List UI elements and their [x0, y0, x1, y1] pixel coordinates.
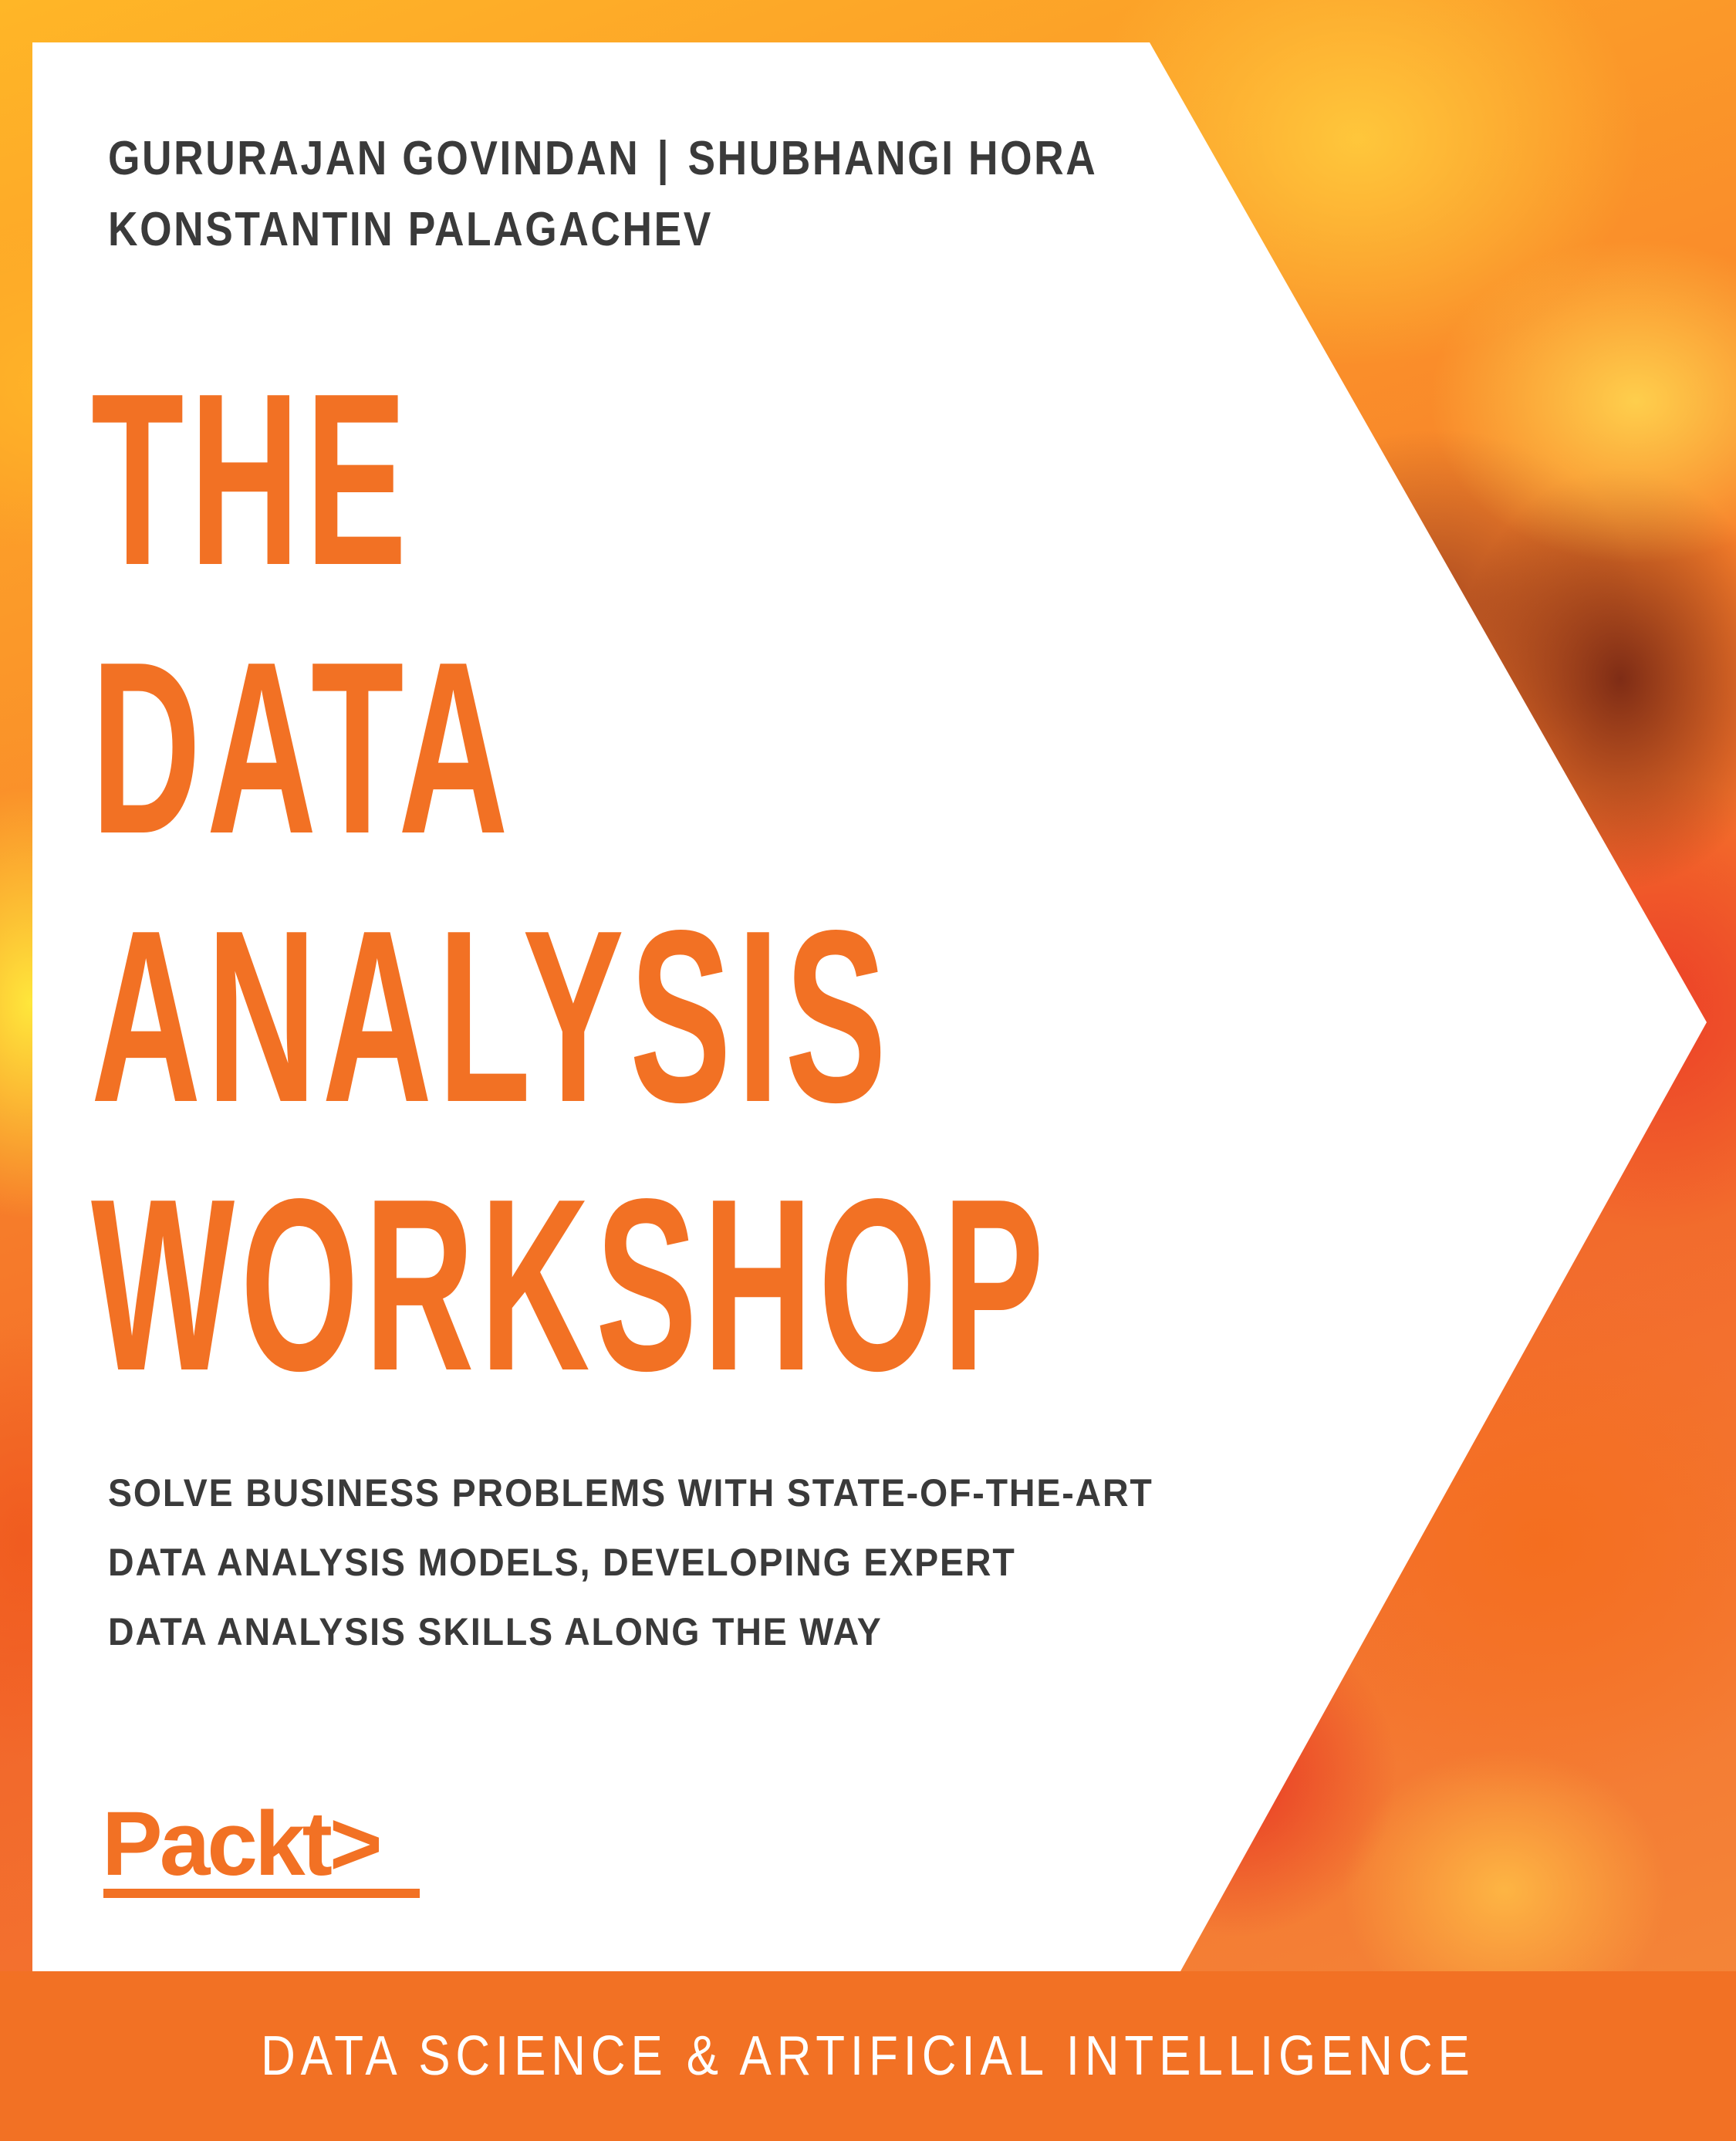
author-line-1: GURURAJAN GOVINDAN | SHUBHANGI HORA	[108, 123, 1097, 194]
title-line: ANALYSIS	[91, 880, 893, 1153]
author-line-2: KONSTANTIN PALAGACHEV	[108, 194, 1097, 265]
author-names: GURURAJAN GOVINDAN | SHUBHANGI HORA KONSTA…	[108, 123, 1097, 265]
subtitle-line: SOLVE BUSINESS PROBLEMS WITH STATE-OF-TH…	[108, 1471, 1153, 1515]
logo-wordmark: Packt>	[102, 1798, 380, 1895]
category-text: DATA SCIENCE & ARTIFICIAL INTELLIGENCE	[261, 2025, 1475, 2087]
book-title: THE DATA ANALYSIS WORKSHOP	[91, 346, 1049, 1420]
author-name: SHUBHANGI HORA	[687, 132, 1098, 185]
author-name: KONSTANTIN PALAGACHEV	[108, 203, 713, 256]
book-cover: GURURAJAN GOVINDAN | SHUBHANGI HORA KONSTA…	[0, 0, 1736, 2141]
title-line: THE	[91, 343, 413, 616]
logo-underline	[103, 1889, 420, 1898]
title-line: WORKSHOP	[91, 1148, 1050, 1422]
title-line: DATA	[91, 611, 515, 885]
packt-logo: Packt>	[102, 1798, 420, 1898]
subtitle-line: DATA ANALYSIS SKILLS ALONG THE WAY	[108, 1610, 883, 1653]
author-name: GURURAJAN GOVINDAN	[108, 132, 640, 185]
subtitle-line: DATA ANALYSIS MODELS, DEVELOPING EXPERT	[108, 1541, 1016, 1584]
book-subtitle: SOLVE BUSINESS PROBLEMS WITH STATE-OF-TH…	[108, 1458, 1153, 1667]
category-label: DATA SCIENCE & ARTIFICIAL INTELLIGENCE	[0, 1971, 1736, 2141]
author-separator: |	[657, 132, 671, 185]
